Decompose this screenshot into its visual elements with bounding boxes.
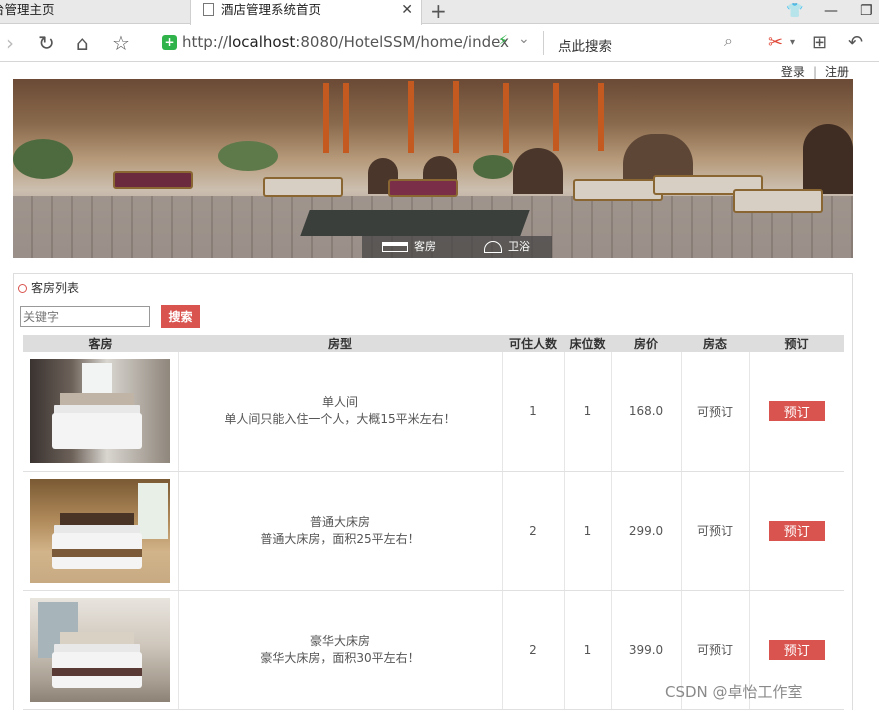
chevron-down-icon[interactable]: ▾ xyxy=(790,31,795,55)
chevron-down-icon[interactable]: ⌄ xyxy=(518,31,530,47)
banner-category-nav: 客房 卫浴 xyxy=(362,236,552,258)
room-list-panel: 客房列表 搜索 客房 房型 可住人数 床位数 房价 房态 预订 xyxy=(13,273,853,710)
book-button[interactable]: 预订 xyxy=(768,401,825,422)
page: 登录 | 注册 客房 卫浴 客房列表 关键字 搜索 客房 房型 可住人数 床位数… xyxy=(13,62,853,710)
new-tab-icon[interactable]: + xyxy=(430,0,447,23)
bookmark-star-icon[interactable]: ☆ xyxy=(112,31,130,55)
bathroom-icon xyxy=(484,241,502,253)
room-type-name: 普通大床房 xyxy=(309,514,370,529)
search-button[interactable]: 搜索 xyxy=(161,305,200,328)
room-type-description: 单人间只能入住一个人，大概15平米左右！ xyxy=(224,412,456,427)
bed-count: 1 xyxy=(564,352,612,472)
secure-shield-icon: + xyxy=(162,35,177,50)
banner-nav-bathroom[interactable]: 卫浴 xyxy=(484,238,530,254)
guest-count: 1 xyxy=(502,352,565,472)
tab-label: 台管理主页 xyxy=(0,2,55,17)
browser-search-input[interactable]: 点此搜索 xyxy=(558,35,612,55)
room-table: 客房 房型 可住人数 床位数 房价 房态 预订 单人间 单人间只能入住一个人，大… xyxy=(23,335,844,710)
booking-cell: 预订 xyxy=(749,471,844,591)
shirt-icon[interactable]: 👕 xyxy=(786,0,803,24)
panel-title: 客房列表 xyxy=(18,279,79,296)
room-image-cell xyxy=(23,590,179,710)
table-row: 单人间 单人间只能入住一个人，大概15平米左右！ 1 1 168.0 可预订 预… xyxy=(23,352,844,472)
home-icon[interactable]: ⌂ xyxy=(76,31,89,55)
room-type-name: 豪华大床房 xyxy=(309,633,370,648)
book-button[interactable]: 预订 xyxy=(768,639,825,660)
room-price: 299.0 xyxy=(611,471,682,591)
guest-count: 2 xyxy=(502,590,565,710)
register-link[interactable]: 注册 xyxy=(825,65,849,79)
booking-cell: 预订 xyxy=(749,352,844,472)
room-image-cell xyxy=(23,471,179,591)
column-header: 客房 xyxy=(23,335,178,352)
scissors-icon[interactable]: ✂ xyxy=(768,31,783,55)
bed-icon xyxy=(382,242,408,252)
column-header: 房态 xyxy=(681,335,749,352)
room-type-name: 单人间 xyxy=(321,395,358,410)
column-header: 床位数 xyxy=(564,335,611,352)
bed-count: 1 xyxy=(564,590,612,710)
forward-icon[interactable]: › xyxy=(6,31,14,55)
column-header: 预订 xyxy=(749,335,844,352)
table-header: 客房 房型 可住人数 床位数 房价 房态 预订 xyxy=(23,335,844,352)
tab-hotel-home[interactable]: 酒店管理系统首页 ✕ xyxy=(190,0,422,25)
room-photo[interactable] xyxy=(30,597,171,702)
room-type-cell: 普通大床房 普通大床房，面积25平左右！ xyxy=(178,471,503,591)
tab-label: 酒店管理系统首页 xyxy=(221,2,322,17)
separator: | xyxy=(812,65,817,79)
url-field[interactable]: + http://localhost:8080/HotelSSM/home/in… xyxy=(152,31,544,55)
minimize-icon[interactable]: — xyxy=(824,0,838,24)
guest-count: 2 xyxy=(502,471,565,591)
room-image-cell xyxy=(23,352,179,472)
table-row: 普通大床房 普通大床房，面积25平左右！ 2 1 299.0 可预订 预订 xyxy=(23,471,844,591)
column-header: 可住人数 xyxy=(502,335,564,352)
room-type-cell: 单人间 单人间只能入住一个人，大概15平米左右！ xyxy=(178,352,503,472)
tab-admin-home[interactable]: 台管理主页 xyxy=(0,0,188,24)
auth-links: 登录 | 注册 xyxy=(781,63,849,80)
room-type-description: 豪华大床房，面积30平左右！ xyxy=(260,650,420,665)
login-link[interactable]: 登录 xyxy=(781,65,805,79)
restore-icon[interactable]: ❐ xyxy=(860,0,873,24)
document-icon xyxy=(203,3,214,16)
apps-grid-icon[interactable]: ⊞ xyxy=(812,31,827,55)
browser-address-bar: › ↻ ⌂ ☆ + http://localhost:8080/HotelSSM… xyxy=(0,25,879,62)
room-status: 可预订 xyxy=(681,352,750,472)
watermark: CSDN @卓怡工作室 xyxy=(665,683,803,701)
keyword-input[interactable] xyxy=(20,306,150,327)
reload-icon[interactable]: ↻ xyxy=(38,31,55,55)
room-photo[interactable] xyxy=(30,478,171,583)
lightning-icon[interactable]: ⚡ xyxy=(498,33,508,49)
bed-count: 1 xyxy=(564,471,612,591)
room-status: 可预订 xyxy=(681,471,750,591)
column-header: 房型 xyxy=(178,335,502,352)
circle-icon xyxy=(18,284,27,293)
room-photo[interactable] xyxy=(30,359,171,464)
search-icon[interactable]: ⌕ xyxy=(724,31,733,51)
banner-nav-rooms[interactable]: 客房 xyxy=(382,238,436,254)
undo-icon[interactable]: ↶ xyxy=(848,31,863,55)
column-header: 房价 xyxy=(611,335,681,352)
close-icon[interactable]: ✕ xyxy=(401,0,413,20)
room-type-cell: 豪华大床房 豪华大床房，面积30平左右！ xyxy=(178,590,503,710)
room-type-description: 普通大床房，面积25平左右！ xyxy=(260,531,420,546)
room-price: 168.0 xyxy=(611,352,682,472)
book-button[interactable]: 预订 xyxy=(768,520,825,541)
hotel-banner-image: 客房 卫浴 xyxy=(13,79,853,258)
browser-tab-bar: 台管理主页 酒店管理系统首页 ✕ + 👕 — ❐ xyxy=(0,0,879,25)
url-text[interactable]: http://localhost:8080/HotelSSM/home/inde… xyxy=(182,33,509,51)
